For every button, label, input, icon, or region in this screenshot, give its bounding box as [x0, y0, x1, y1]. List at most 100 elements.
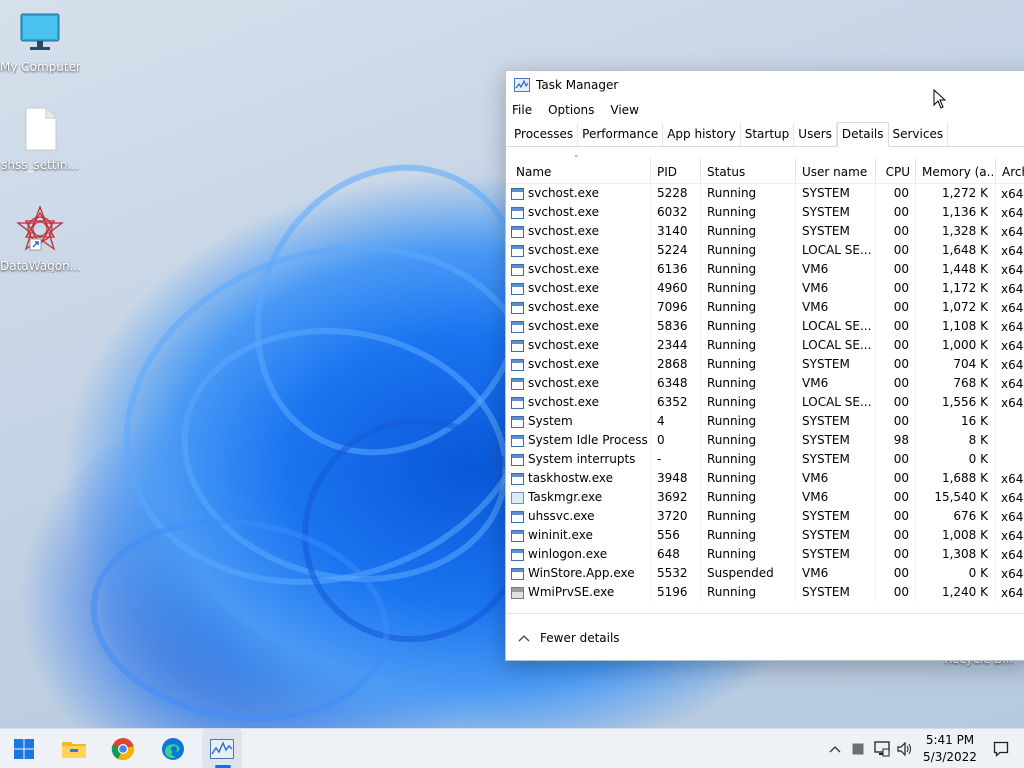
table-row[interactable]: svchost.exe 2868 Running SYSTEM 00 704 K x64 [506, 355, 1024, 374]
cell-user-name: SYSTEM [796, 203, 876, 222]
process-name: svchost.exe [528, 281, 599, 295]
cell-status: Running [701, 374, 796, 393]
process-name: WinStore.App.exe [528, 566, 635, 580]
file-icon [25, 107, 57, 151]
table-row[interactable]: svchost.exe 2344 Running LOCAL SE... 00 1,000… [506, 336, 1024, 355]
column-header-cpu[interactable]: CPU [876, 158, 916, 183]
table-row[interactable]: svchost.exe 4960 Running VM6 00 1,172 K x64 [506, 279, 1024, 298]
desktop-icon-my-computer[interactable]: My Computer [0, 10, 80, 74]
cell-cpu: 00 [876, 564, 916, 583]
tray-overflow-button[interactable] [826, 729, 844, 768]
column-header-status[interactable]: Status [701, 158, 796, 183]
table-row[interactable]: svchost.exe 5228 Running SYSTEM 00 1,272 K x64 [506, 184, 1024, 203]
cell-pid: 5224 [651, 241, 701, 260]
cell-arch: x64 [1001, 566, 1024, 581]
column-header-user-name[interactable]: User name [796, 158, 876, 183]
table-row[interactable]: svchost.exe 3140 Running SYSTEM 00 1,328 K x64 [506, 222, 1024, 241]
table-body: svchost.exe 5228 Running SYSTEM 00 1,272 Kx64… [506, 184, 1024, 602]
tab-performance[interactable]: Performance [578, 123, 664, 146]
column-header-arch[interactable]: Arch [996, 158, 1024, 183]
cell-pid: 6032 [651, 203, 701, 222]
cell-user-name: LOCAL SE... [796, 317, 876, 336]
taskbar-task-manager[interactable] [202, 729, 242, 768]
menu-file[interactable]: File [512, 103, 532, 117]
cell-memory: 0 K [916, 564, 996, 583]
clock-date: 5/3/2022 [923, 750, 977, 764]
taskbar-edge[interactable] [153, 729, 193, 768]
tab-processes[interactable]: Processes [510, 123, 579, 146]
column-header-name[interactable]: Name [506, 158, 651, 183]
cell-name: svchost.exe [506, 393, 651, 412]
cell-arch: x64 [1001, 376, 1024, 391]
cell-pid: - [651, 450, 701, 469]
cell-status: Running [701, 526, 796, 545]
table-row[interactable]: svchost.exe 7096 Running VM6 00 1,072 K x64 [506, 298, 1024, 317]
cell-arch: x64 [1001, 338, 1024, 353]
network-button[interactable] [872, 729, 892, 768]
process-name: svchost.exe [528, 357, 599, 371]
cell-pid: 7096 [651, 298, 701, 317]
fewer-details-button[interactable]: Fewer details [506, 613, 1024, 661]
tab-services[interactable]: Services [889, 123, 949, 146]
cell-cpu: 00 [876, 260, 916, 279]
window-title: Task Manager [536, 78, 619, 92]
cell-name: svchost.exe [506, 203, 651, 222]
table-row[interactable]: svchost.exe 6032 Running SYSTEM 00 1,136 K x64 [506, 203, 1024, 222]
cell-pid: 4960 [651, 279, 701, 298]
cell-memory: 1,000 K [916, 336, 996, 355]
table-row[interactable]: Taskmgr.exe 3692 Running VM6 00 15,540 K x64 [506, 488, 1024, 507]
table-row[interactable]: svchost.exe 6348 Running VM6 00 768 K x64 [506, 374, 1024, 393]
mouse-cursor-icon [933, 89, 947, 109]
column-header-pid[interactable]: PID [651, 158, 701, 183]
cell-status: Running [701, 260, 796, 279]
tray-app-button[interactable] [850, 729, 866, 768]
table-row[interactable]: svchost.exe 5836 Running LOCAL SE... 00 1,108… [506, 317, 1024, 336]
cell-memory: 1,308 K [916, 545, 996, 564]
edge-icon [162, 738, 184, 760]
app-tray-icon [852, 743, 864, 755]
cell-pid: 3140 [651, 222, 701, 241]
table-row[interactable]: System Idle Process 0 Running SYSTEM 98 8 K [506, 431, 1024, 450]
table-row[interactable]: wininit.exe 556 Running SYSTEM 00 1,008 K x64 [506, 526, 1024, 545]
cell-user-name: SYSTEM [796, 355, 876, 374]
table-row[interactable]: System 4 Running SYSTEM 00 16 K [506, 412, 1024, 431]
cell-memory: 1,556 K [916, 393, 996, 412]
tab-details[interactable]: Details [836, 122, 889, 147]
volume-button[interactable] [896, 729, 914, 768]
table-row[interactable]: taskhostw.exe 3948 Running VM6 00 1,688 K x64 [506, 469, 1024, 488]
cell-status: Running [701, 431, 796, 450]
cell-pid: 5196 [651, 583, 701, 602]
chevron-up-icon [829, 746, 841, 753]
cell-cpu: 00 [876, 317, 916, 336]
column-header-memory[interactable]: Memory (a... [916, 158, 996, 183]
cell-arch: x64 [1001, 547, 1024, 562]
menu-options[interactable]: Options [548, 103, 594, 117]
notifications-button[interactable] [988, 729, 1014, 768]
tab-app-history[interactable]: App history [663, 123, 741, 146]
tab-users[interactable]: Users [794, 123, 837, 146]
cell-status: Running [701, 336, 796, 355]
cell-pid: 556 [651, 526, 701, 545]
clock[interactable]: 5:41 PM 5/3/2022 [915, 732, 985, 766]
table-row[interactable]: svchost.exe 6352 Running LOCAL SE... 00 1,556… [506, 393, 1024, 412]
desktop-icon-file[interactable]: shss_settin... [0, 106, 80, 172]
notification-icon [993, 741, 1009, 757]
service-icon [511, 415, 524, 428]
task-manager-window[interactable]: Task Manager File Options View Processes… [505, 70, 1024, 661]
table-row[interactable]: WmiPrvSE.exe 5196 Running SYSTEM 00 1,240 K x6… [506, 583, 1024, 602]
cell-memory: 1,688 K [916, 469, 996, 488]
table-row[interactable]: uhssvc.exe 3720 Running SYSTEM 00 676 K x64 [506, 507, 1024, 526]
start-button[interactable] [4, 729, 44, 768]
table-row[interactable]: svchost.exe 6136 Running VM6 00 1,448 K x64 [506, 260, 1024, 279]
desktop-icon-datawagon[interactable]: DataWagon... [0, 205, 80, 273]
table-row[interactable]: System interrupts - Running SYSTEM 00 0 K [506, 450, 1024, 469]
desktop-icon-label: My Computer [0, 60, 80, 74]
tab-startup[interactable]: Startup [741, 123, 795, 146]
taskbar-file-explorer[interactable] [54, 729, 94, 768]
table-row[interactable]: WinStore.App.exe 5532 Suspended VM6 00 0 K x64 [506, 564, 1024, 583]
taskbar-chrome[interactable] [103, 729, 143, 768]
cell-arch: x64 [1001, 509, 1024, 524]
table-row[interactable]: winlogon.exe 648 Running SYSTEM 00 1,308 K x64 [506, 545, 1024, 564]
table-row[interactable]: svchost.exe 5224 Running LOCAL SE... 00 1,648… [506, 241, 1024, 260]
menu-view[interactable]: View [610, 103, 638, 117]
